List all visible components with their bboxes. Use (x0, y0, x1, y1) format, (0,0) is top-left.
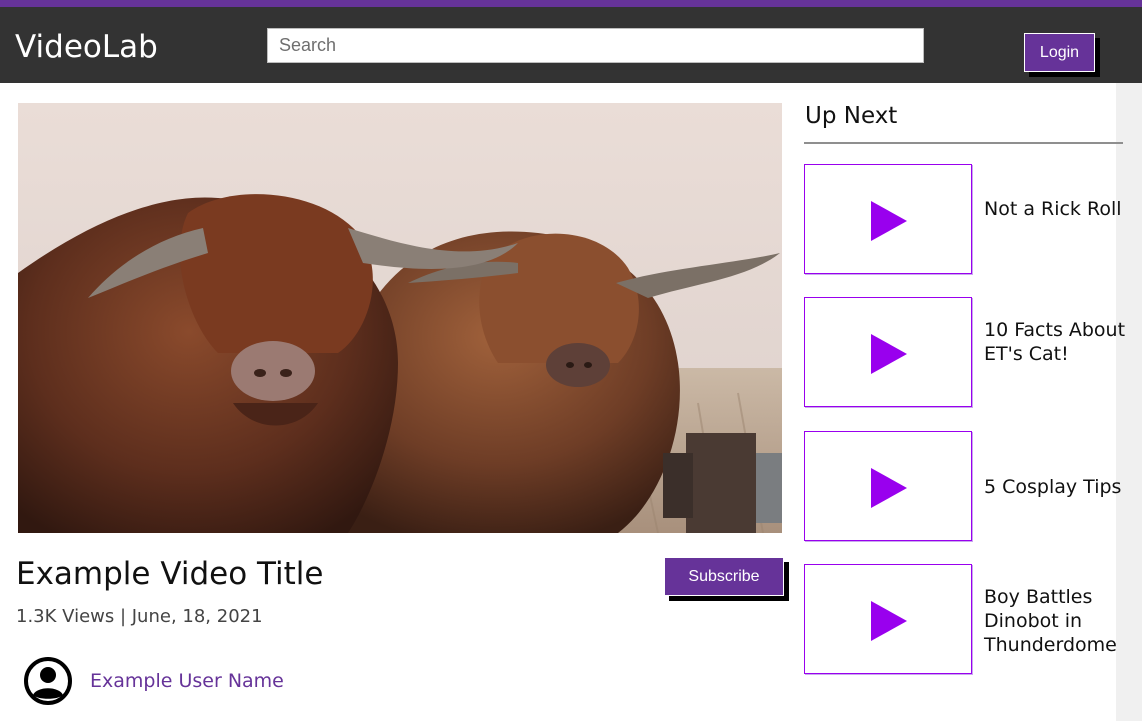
video-frame-highland-cattle (18, 103, 782, 533)
video-title: Example Video Title (16, 556, 324, 592)
up-next-item-title[interactable]: Not a Rick Roll (984, 197, 1129, 221)
video-meta: 1.3K Views | June, 18, 2021 (16, 606, 263, 627)
video-thumbnail[interactable] (804, 431, 972, 541)
site-logo[interactable]: VideoLab (15, 29, 158, 65)
user-name-link[interactable]: Example User Name (90, 670, 284, 692)
play-icon (871, 601, 907, 641)
up-next-divider (804, 142, 1123, 144)
up-next-item[interactable]: Not a Rick Roll (804, 164, 1134, 276)
video-thumbnail[interactable] (804, 564, 972, 674)
user-avatar-icon[interactable] (24, 657, 72, 705)
up-next-item[interactable]: Boy Battles Dinobot in Thunderdome (804, 564, 1134, 676)
play-icon (871, 201, 907, 241)
page: VideoLab Login (0, 0, 1142, 721)
subscribe-button[interactable]: Subscribe (664, 557, 784, 596)
play-icon (871, 468, 907, 508)
top-navigation-bar: VideoLab Login (0, 0, 1142, 83)
up-next-item[interactable]: 10 Facts About ET's Cat! (804, 297, 1134, 409)
up-next-item-title[interactable]: 10 Facts About ET's Cat! (984, 318, 1129, 366)
video-player[interactable] (18, 103, 782, 533)
up-next-heading: Up Next (805, 103, 898, 129)
play-icon (871, 334, 907, 374)
login-button[interactable]: Login (1024, 33, 1095, 72)
up-next-item-title[interactable]: Boy Battles Dinobot in Thunderdome (984, 585, 1129, 657)
up-next-item[interactable]: 5 Cosplay Tips (804, 431, 1134, 543)
up-next-item-title[interactable]: 5 Cosplay Tips (984, 475, 1134, 499)
search-input[interactable] (267, 28, 924, 63)
video-thumbnail[interactable] (804, 297, 972, 407)
video-thumbnail[interactable] (804, 164, 972, 274)
